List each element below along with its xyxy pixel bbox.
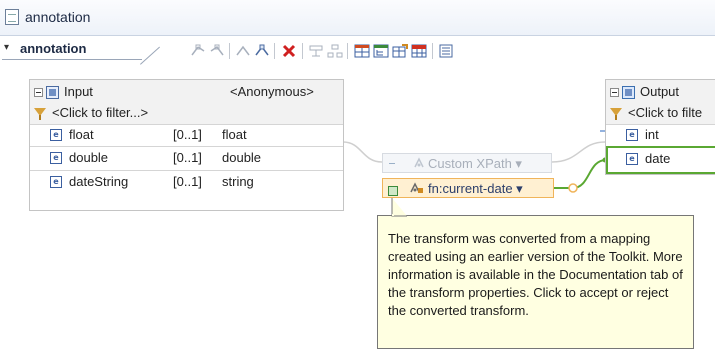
field-name: double <box>69 150 109 165</box>
connection-current-date-to-date <box>554 159 607 189</box>
input-filter-field[interactable]: <Click to filter...> <box>52 105 148 120</box>
input-field-row-double[interactable]: e double [0..1] double <box>30 146 343 170</box>
field-cardinality: [0..1] <box>173 127 202 142</box>
field-name: float <box>69 127 94 142</box>
output-panel-title[interactable]: Output <box>640 84 679 99</box>
input-panel-title[interactable]: Input <box>64 84 93 99</box>
element-icon: e <box>626 129 638 141</box>
field-cardinality: [0..1] <box>173 174 202 189</box>
collapse-icon[interactable] <box>610 88 619 97</box>
output-filter-field[interactable]: <Click to filte <box>628 105 702 120</box>
output-field-row-int[interactable]: e int <box>606 124 715 146</box>
schema-type-icon <box>622 86 635 99</box>
tooltip-pointer <box>391 198 407 217</box>
connection-custom-xpath-to-int <box>551 141 606 163</box>
schema-type-icon <box>46 86 59 99</box>
connection-float-to-custom-xpath <box>342 141 383 163</box>
collapse-icon[interactable] <box>34 88 43 97</box>
field-type: float <box>222 127 247 142</box>
element-icon: e <box>50 129 62 141</box>
field-name: dateString <box>69 174 129 189</box>
transform-label: fn:current-date ▾ <box>428 181 523 196</box>
input-panel-type: <Anonymous> <box>230 84 314 99</box>
transform-custom-xpath[interactable]: Custom XPath ▾ <box>382 153 552 173</box>
filter-icon <box>610 107 623 120</box>
input-field-row-float[interactable]: e float [0..1] float <box>30 124 343 146</box>
xpath-icon <box>413 157 425 169</box>
converted-status-icon[interactable] <box>388 186 398 196</box>
input-field-row-datestring[interactable]: e dateString [0..1] string <box>30 170 343 194</box>
element-icon: e <box>50 176 62 188</box>
field-name: int <box>645 127 659 142</box>
element-icon: e <box>626 153 638 165</box>
input-panel: Input <Anonymous> <Click to filter...> e… <box>29 79 344 211</box>
field-name: date <box>645 151 671 166</box>
tooltip-text: The transform was converted from a mappi… <box>388 231 683 318</box>
field-type: double <box>222 150 262 165</box>
output-field-row-date[interactable]: e date <box>606 146 715 174</box>
transform-label: Custom XPath ▾ <box>428 156 522 171</box>
transform-connector-icon <box>389 163 395 166</box>
field-type: string <box>222 174 254 189</box>
function-icon <box>409 182 423 194</box>
conversion-tooltip: The transform was converted from a mappi… <box>377 215 694 349</box>
element-icon: e <box>50 152 62 164</box>
filter-icon <box>34 107 47 120</box>
connection-anchor <box>568 183 578 193</box>
output-panel: Output <Click to filte e int e date <box>605 79 715 175</box>
field-cardinality: [0..1] <box>173 150 202 165</box>
transform-current-date[interactable]: fn:current-date ▾ <box>382 178 554 198</box>
